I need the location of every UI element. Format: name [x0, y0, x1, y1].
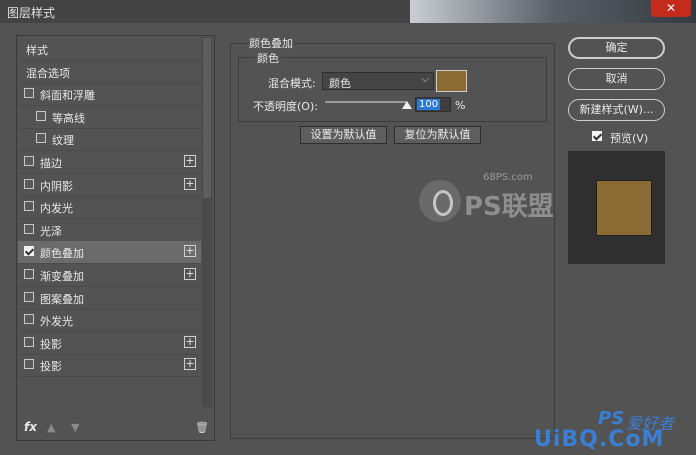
watermark-ps-brand: PS联盟 [464, 192, 554, 222]
style-item-label: 纹理 [52, 134, 74, 148]
styles-list-footer: fx ▲ ▼ 🗑 [17, 416, 214, 440]
style-item-label: 投影 [40, 360, 62, 374]
preview-swatch [596, 180, 652, 236]
style-item[interactable]: 描边 + [18, 151, 201, 174]
style-item-checkbox[interactable] [24, 156, 34, 166]
style-item-checkbox[interactable] [24, 201, 34, 212]
opacity-value: 100 [417, 99, 441, 110]
preview-label: 预览(V) [610, 132, 649, 145]
set-default-button[interactable]: 设置为默认值 [300, 126, 387, 144]
watermark-bottom-brand: UiBQ.CoM [534, 427, 665, 452]
style-item-checkbox[interactable] [24, 291, 34, 302]
overlay-color-swatch[interactable] [436, 70, 467, 92]
style-item-checkbox[interactable] [36, 133, 46, 144]
title-bar: 图层样式 [0, 0, 410, 23]
new-style-button[interactable]: 新建样式(W)... [568, 99, 665, 121]
style-item[interactable]: 渐变叠加 + [18, 264, 201, 287]
style-item[interactable]: 内阴影 + [18, 174, 201, 197]
watermark-site: 68PS.com [483, 172, 533, 183]
style-item[interactable]: 投影 + [18, 332, 201, 355]
style-item-checkbox[interactable] [24, 246, 34, 257]
watermark-bottom-ps: PS [598, 408, 625, 429]
styles-list-panel: 样式混合选项斜面和浮雕等高线纹理描边 + 内阴影 + 内发光光泽颜色叠加 + 渐变叠加 + 图案… [16, 35, 215, 441]
style-item-label: 光泽 [40, 224, 62, 238]
close-button[interactable]: ✕ [651, 0, 691, 17]
opacity-slider-handle[interactable] [402, 101, 412, 109]
style-item[interactable]: 外发光 [18, 309, 201, 333]
add-effect-fx-button[interactable]: fx [24, 420, 37, 434]
opacity-slider[interactable] [325, 101, 407, 103]
style-item[interactable]: 投影 + [18, 354, 201, 378]
style-item-label: 样式 [26, 44, 48, 57]
style-item-checkbox[interactable] [24, 359, 34, 370]
window-title: 图层样式 [7, 6, 56, 20]
cancel-button[interactable]: 取消 [568, 68, 665, 90]
style-item-checkbox[interactable] [24, 223, 34, 234]
add-effect-plus-icon[interactable]: + [184, 335, 196, 348]
reset-default-button[interactable]: 复位为默认值 [394, 126, 481, 144]
trash-icon[interactable]: 🗑 [195, 421, 209, 434]
group-title: 颜色 [255, 50, 281, 66]
style-item[interactable]: 颜色叠加 + [18, 241, 201, 265]
opacity-label: 不透明度(O): [253, 100, 318, 113]
style-item[interactable]: 内发光 [18, 196, 201, 220]
style-item[interactable]: 样式 [18, 38, 201, 61]
move-down-icon[interactable]: ▼ [71, 421, 79, 434]
add-effect-plus-icon[interactable]: + [184, 358, 196, 371]
add-effect-plus-icon[interactable]: + [184, 155, 196, 167]
blend-mode-select[interactable]: 颜色 ⌵ [322, 72, 434, 90]
style-item-label: 内发光 [40, 202, 73, 216]
section-title: 颜色叠加 [247, 35, 295, 51]
layer-style-dialog: 图层样式 ✕ 样式 混合选项 斜面和浮雕 等高线 纹理 描边 + 内阴影 + 内发光 光泽 颜色叠加 +… [0, 0, 696, 455]
style-item-checkbox[interactable] [24, 88, 34, 99]
opacity-unit: % [455, 99, 466, 112]
add-effect-plus-icon[interactable]: + [184, 268, 196, 280]
watermark-logo-icon [419, 180, 461, 222]
style-item[interactable]: 斜面和浮雕 [18, 83, 201, 107]
move-up-icon[interactable]: ▲ [47, 421, 55, 434]
style-item-label: 内阴影 [40, 179, 73, 193]
style-item[interactable]: 纹理 [18, 128, 201, 152]
style-item-checkbox[interactable] [36, 110, 46, 121]
style-item-label: 等高线 [52, 111, 85, 125]
style-item-label: 图案叠加 [40, 292, 84, 306]
style-item-checkbox[interactable] [24, 336, 34, 347]
style-item-label: 渐变叠加 [40, 270, 84, 283]
style-item-checkbox[interactable] [24, 269, 34, 279]
style-item-label: 混合选项 [26, 66, 70, 80]
add-effect-plus-icon[interactable]: + [184, 177, 196, 190]
style-item-label: 描边 [40, 157, 62, 170]
style-item-label: 外发光 [40, 315, 73, 329]
blend-mode-label: 混合模式: [268, 77, 316, 90]
style-item[interactable]: 图案叠加 [18, 287, 201, 310]
style-item[interactable]: 混合选项 [18, 61, 201, 84]
preview-checkbox[interactable] [592, 131, 602, 141]
blend-mode-value: 颜色 [329, 77, 351, 90]
chevron-down-icon: ⌵ [421, 74, 429, 85]
styles-list-scroll-thumb[interactable] [203, 38, 211, 198]
style-item-checkbox[interactable] [24, 178, 34, 189]
style-item[interactable]: 等高线 [18, 106, 201, 129]
style-item-label: 投影 [40, 337, 62, 351]
style-item-label: 颜色叠加 [40, 247, 84, 261]
add-effect-plus-icon[interactable]: + [184, 245, 196, 258]
ok-button[interactable]: 确定 [568, 37, 665, 59]
style-item-checkbox[interactable] [24, 314, 34, 325]
opacity-input[interactable]: 100 [415, 97, 451, 112]
style-item-label: 斜面和浮雕 [40, 89, 95, 103]
style-item[interactable]: 光泽 [18, 219, 201, 242]
